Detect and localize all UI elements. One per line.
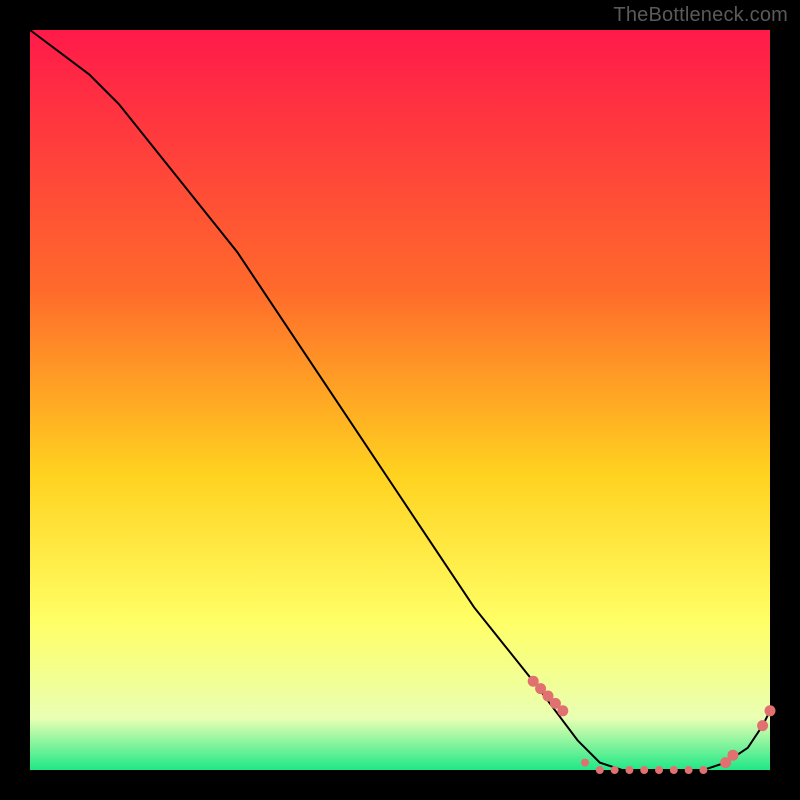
- watermark-label: TheBottleneck.com: [613, 4, 788, 27]
- marker-dot: [557, 705, 568, 716]
- marker-dot: [625, 766, 633, 774]
- marker-dot: [765, 705, 776, 716]
- gradient-background: [30, 30, 770, 770]
- chart-canvas: TheBottleneck.com: [0, 0, 800, 800]
- marker-dot: [655, 766, 663, 774]
- marker-dot: [685, 766, 693, 774]
- marker-dot: [611, 766, 619, 774]
- marker-dot: [640, 766, 648, 774]
- marker-dot: [699, 766, 707, 774]
- marker-dot: [581, 759, 589, 767]
- marker-dot: [596, 766, 604, 774]
- marker-dot: [670, 766, 678, 774]
- bottleneck-plot: [0, 0, 800, 800]
- marker-dot: [757, 720, 768, 731]
- marker-dot: [728, 750, 739, 761]
